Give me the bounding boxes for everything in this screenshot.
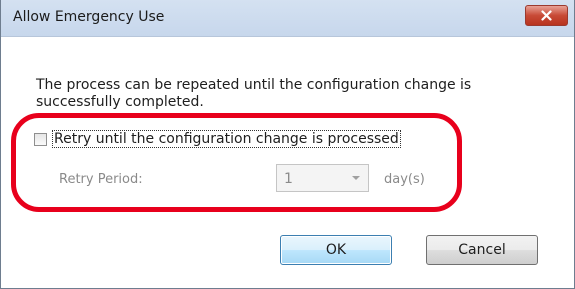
- dialog-title: Allow Emergency Use: [13, 9, 165, 25]
- retry-period-label: Retry Period:: [59, 172, 143, 187]
- retry-checkbox-row[interactable]: Retry until the configuration change is …: [34, 130, 401, 148]
- chevron-down-icon: [352, 176, 360, 180]
- retry-period-unit: day(s): [384, 172, 425, 187]
- title-bar[interactable]: Allow Emergency Use: [1, 0, 574, 37]
- close-button[interactable]: [525, 5, 568, 26]
- retry-checkbox-label[interactable]: Retry until the configuration change is …: [52, 130, 401, 148]
- description-text: The process can be repeated until the co…: [36, 77, 472, 110]
- retry-checkbox[interactable]: [34, 132, 47, 146]
- allow-emergency-use-dialog: Allow Emergency Use The process can be r…: [0, 0, 575, 289]
- retry-period-value: 1: [284, 171, 293, 187]
- retry-period-dropdown[interactable]: 1: [276, 164, 369, 192]
- close-x-icon: [541, 10, 552, 21]
- ok-button[interactable]: OK: [280, 235, 392, 265]
- cancel-button[interactable]: Cancel: [426, 235, 538, 265]
